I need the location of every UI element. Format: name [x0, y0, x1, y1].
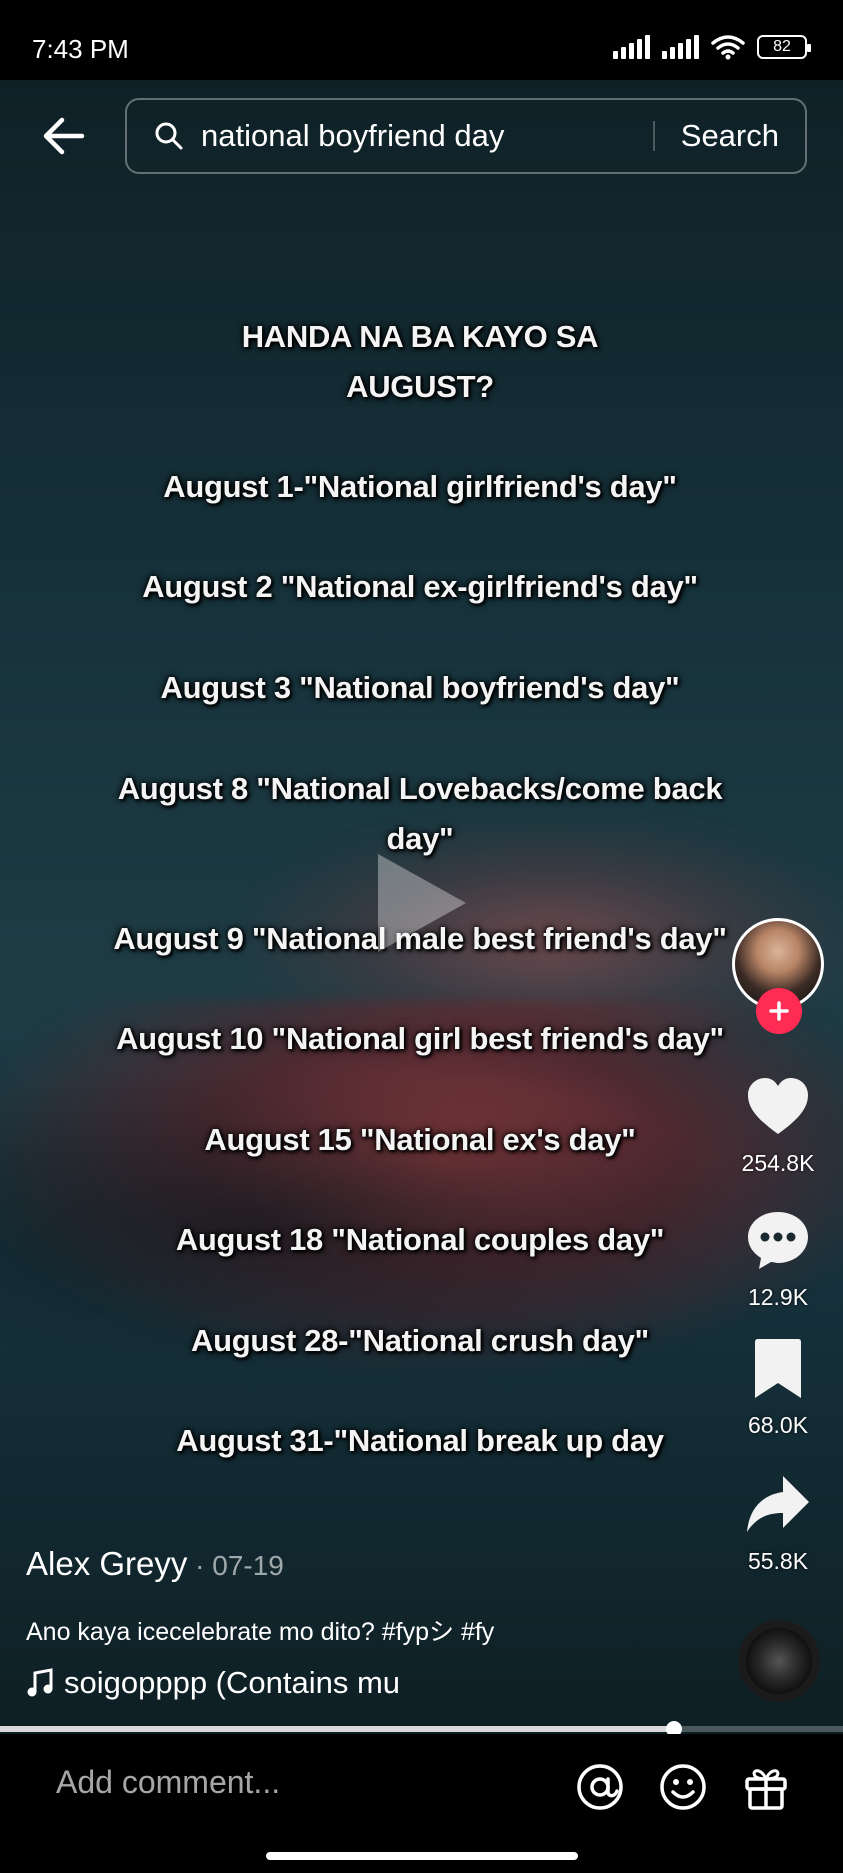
overlay-line-text: August 10 "National girl best friend's d…	[116, 1021, 724, 1056]
search-bar[interactable]: national boyfriend day Search	[125, 98, 807, 174]
share-icon[interactable]	[743, 1470, 813, 1540]
post-date: · 07-19	[187, 1550, 284, 1581]
music-row[interactable]: soigopppp (Contains mu	[26, 1665, 426, 1701]
gift-icon[interactable]	[741, 1762, 791, 1812]
signal-icon	[613, 35, 650, 59]
play-icon[interactable]	[372, 848, 472, 958]
overlay-line: August 1-"National girlfriend's day"	[80, 462, 760, 512]
overlay-heading: HANDA NA BA KAYO SA AUGUST?	[80, 312, 760, 412]
status-icons: 82	[613, 34, 811, 60]
comment-icon[interactable]	[743, 1206, 813, 1276]
share-action[interactable]: 55.8K	[718, 1470, 838, 1575]
overlay-line-text: August 2 "National ex-girlfriend's day"	[142, 569, 698, 604]
home-indicator[interactable]	[266, 1852, 578, 1860]
post-caption[interactable]: Ano kaya icecelebrate mo dito? #fypシ #fy	[26, 1612, 494, 1648]
wifi-icon	[711, 35, 745, 60]
overlay-line: August 28-"National crush day"	[80, 1316, 760, 1366]
creator-avatar[interactable]	[732, 918, 824, 1034]
overlay-line-text: August 31-"National break up day	[176, 1423, 664, 1458]
overlay-heading-line: HANDA NA BA KAYO SA	[241, 319, 599, 354]
overlay-line: August 18 "National couples day"	[80, 1215, 760, 1265]
overlay-line-text: August 8 "National Lovebacks/come back	[117, 771, 723, 806]
battery-level: 82	[773, 38, 791, 55]
follow-button[interactable]	[756, 988, 802, 1034]
emoji-icon[interactable]	[658, 1762, 708, 1812]
overlay-line: August 3 "National boyfriend's day"	[80, 663, 760, 713]
save-action[interactable]: 68.0K	[718, 1334, 838, 1439]
overlay-line: August 31-"National break up day	[80, 1416, 760, 1466]
plus-icon	[769, 1001, 789, 1021]
heart-icon[interactable]	[743, 1072, 813, 1142]
status-time: 7:43 PM	[32, 34, 129, 64]
search-icon	[155, 122, 183, 150]
share-count: 55.8K	[747, 1548, 809, 1574]
music-note-icon	[27, 1668, 53, 1697]
author-name[interactable]: Alex Greyy	[26, 1545, 187, 1582]
overlay-line-text: August 18 "National couples day"	[175, 1222, 665, 1257]
like-count: 254.8K	[741, 1150, 815, 1176]
save-count: 68.0K	[747, 1412, 809, 1438]
signal-icon-2	[662, 35, 699, 59]
comment-count: 12.9K	[747, 1284, 809, 1310]
progress-fill	[0, 1726, 675, 1732]
overlay-line-text: August 28-"National crush day"	[191, 1323, 649, 1358]
overlay-line: August 10 "National girl best friend's d…	[80, 1014, 760, 1064]
music-title[interactable]: soigopppp (Contains mu	[64, 1665, 400, 1701]
overlay-line-text: August 1-"National girlfriend's day"	[163, 469, 677, 504]
overlay-line: August 15 "National ex's day"	[80, 1115, 760, 1165]
comment-bar: Add comment...	[0, 1734, 843, 1873]
author-row[interactable]: Alex Greyy · 07-19	[26, 1545, 284, 1583]
mention-icon[interactable]	[575, 1762, 625, 1812]
like-action[interactable]: 254.8K	[718, 1072, 838, 1177]
search-button[interactable]: Search	[655, 118, 805, 154]
overlay-line: August 2 "National ex-girlfriend's day"	[80, 562, 760, 612]
progress-bar[interactable]	[0, 1721, 843, 1737]
comment-action[interactable]: 12.9K	[718, 1206, 838, 1311]
bookmark-icon[interactable]	[743, 1334, 813, 1404]
battery-icon: 82	[757, 35, 811, 59]
overlay-heading-line: AUGUST?	[346, 369, 494, 404]
search-input[interactable]: national boyfriend day	[201, 118, 653, 154]
comment-input[interactable]: Add comment...	[56, 1764, 280, 1801]
overlay-line-text: August 15 "National ex's day"	[204, 1122, 636, 1157]
overlay-line-text: August 3 "National boyfriend's day"	[160, 670, 680, 705]
back-arrow-icon[interactable]	[36, 110, 94, 162]
music-disc-icon[interactable]	[738, 1620, 820, 1702]
status-bar: 7:43 PM 82	[0, 0, 843, 80]
